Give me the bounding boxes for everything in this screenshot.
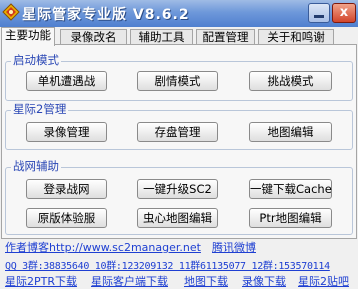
launch-mode-title: 启动模式 bbox=[11, 53, 61, 67]
close-button[interactable]: x bbox=[332, 3, 356, 23]
sc2-tieba-link[interactable]: 星际2贴吧 bbox=[298, 273, 349, 289]
blog-link[interactable]: http://www.sc2manager.net bbox=[49, 241, 201, 254]
battlenet-assist-title: 战网辅助 bbox=[11, 159, 61, 173]
campaign-mode-button[interactable]: 剧情模式 bbox=[137, 71, 218, 91]
ptr-map-editor-button[interactable]: Ptr地图编辑 bbox=[249, 208, 332, 228]
battlenet-assist-group: 战网辅助 登录战网 一键升级SC2 一键下载Cache 原版体验服 虫心地图编辑… bbox=[5, 159, 353, 235]
map-download-link[interactable]: 地图下载 bbox=[184, 273, 228, 289]
heart-of-swarm-map-editor-button[interactable]: 虫心地图编辑 bbox=[137, 208, 218, 228]
main-functions-panel: 启动模式 单机遭遇战 剧情模式 挑战模式 星际2管理 录像管理 存盘管理 地图编… bbox=[1, 44, 357, 239]
qq-groups-link[interactable]: QQ 3群:38835640 10群:123209132 11群61135077… bbox=[5, 257, 330, 272]
app-window: 星际管家专业版 V8.6.2 x 主要功能 录像改名 辅助工具 配置管理 关于和… bbox=[0, 0, 358, 289]
tab-aux-tools[interactable]: 辅助工具 bbox=[130, 29, 193, 45]
tencent-weibo-link[interactable]: 腾讯微博 bbox=[212, 239, 256, 255]
battlenet-login-button[interactable]: 登录战网 bbox=[26, 179, 107, 199]
tab-replay-rename[interactable]: 录像改名 bbox=[60, 29, 127, 45]
map-editor-button[interactable]: 地图编辑 bbox=[249, 122, 332, 142]
original-test-server-button[interactable]: 原版体验服 bbox=[26, 208, 107, 228]
challenge-mode-button[interactable]: 挑战模式 bbox=[249, 71, 332, 91]
save-management-button[interactable]: 存盘管理 bbox=[137, 122, 218, 142]
minimize-button[interactable] bbox=[308, 3, 330, 23]
upgrade-sc2-button[interactable]: 一键升级SC2 bbox=[137, 179, 218, 199]
replay-management-button[interactable]: 录像管理 bbox=[26, 122, 107, 142]
single-skirmish-button[interactable]: 单机遭遇战 bbox=[26, 71, 107, 91]
title-bar[interactable]: 星际管家专业版 V8.6.2 x bbox=[0, 0, 358, 27]
tab-bar: 主要功能 录像改名 辅助工具 配置管理 关于和鸣谢 bbox=[0, 27, 358, 46]
blog-label[interactable]: 作者博客 bbox=[5, 241, 49, 254]
replay-download-link[interactable]: 录像下载 bbox=[242, 273, 286, 289]
sc2-management-group: 星际2管理 录像管理 存盘管理 地图编辑 bbox=[5, 102, 353, 150]
tab-config-management[interactable]: 配置管理 bbox=[196, 29, 255, 45]
tab-main-functions[interactable]: 主要功能 bbox=[1, 27, 55, 46]
client-download-link[interactable]: 星际客户端下载 bbox=[91, 273, 168, 289]
tab-about-credits[interactable]: 关于和鸣谢 bbox=[258, 29, 334, 45]
launch-mode-group: 启动模式 单机遭遇战 剧情模式 挑战模式 bbox=[5, 53, 353, 101]
app-logo-icon bbox=[2, 3, 20, 21]
blog-line: 作者博客http://www.sc2manager.net bbox=[5, 239, 201, 255]
minimize-icon bbox=[314, 15, 324, 18]
window-title: 星际管家专业版 V8.6.2 bbox=[22, 7, 190, 23]
download-cache-button[interactable]: 一键下载Cache bbox=[249, 179, 332, 199]
sc2-ptr-download-link[interactable]: 星际2PTR下载 bbox=[5, 273, 77, 289]
sc2-management-title: 星际2管理 bbox=[11, 102, 69, 116]
